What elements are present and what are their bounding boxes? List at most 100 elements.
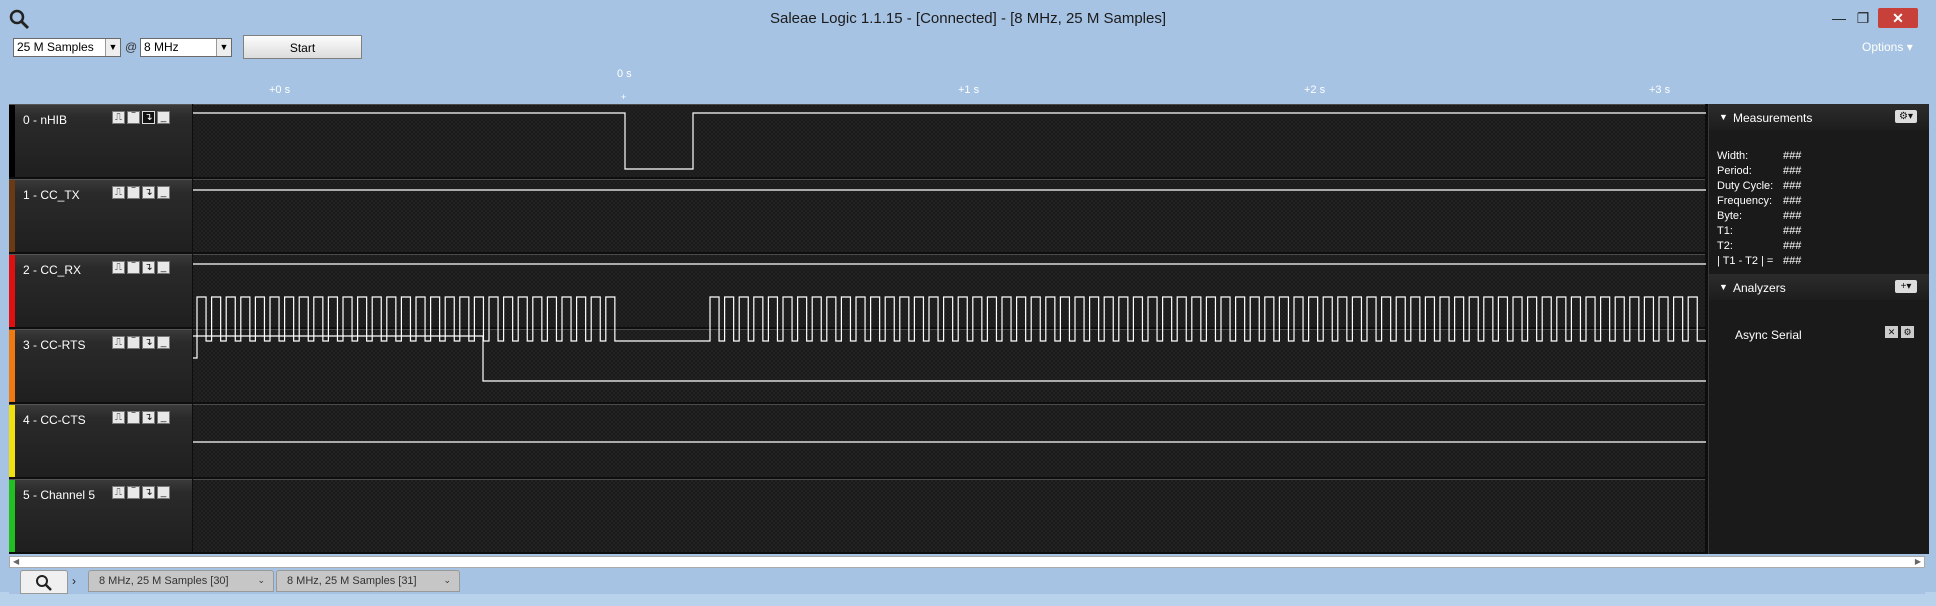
falling-edge-trigger-icon[interactable]: ↴ — [142, 411, 155, 424]
measurement-row: T1: ### — [1717, 225, 1801, 237]
at-symbol: @ — [125, 40, 138, 54]
sample-rate-select[interactable]: 8 MHz ▼ — [140, 38, 232, 57]
high-level-trigger-icon[interactable]: ‾ — [127, 486, 140, 499]
restore-button[interactable]: ❐ — [1852, 8, 1874, 28]
channel-row[interactable]: 1 - CC_TX ⎍ ‾ ↴ _ — [9, 179, 192, 252]
timeline-zero-label: 0 s — [617, 68, 632, 80]
window-title: Saleae Logic 1.1.15 - [Connected] - [8 M… — [769, 10, 1167, 27]
rising-edge-trigger-icon[interactable]: ⎍ — [112, 411, 125, 424]
analyzer-item-async-serial[interactable]: Async Serial — [1735, 328, 1802, 342]
falling-edge-trigger-icon[interactable]: ↴ — [142, 261, 155, 274]
channel-color-bar — [9, 480, 15, 552]
measurement-row: Duty Cycle: ### — [1717, 180, 1801, 192]
timeline-zero-marker: + — [621, 92, 627, 102]
falling-edge-trigger-icon[interactable]: ↴ — [142, 186, 155, 199]
rising-edge-trigger-icon[interactable]: ⎍ — [112, 336, 125, 349]
tab-search[interactable] — [20, 570, 68, 594]
channel-label: 5 - Channel 5 — [23, 488, 96, 502]
collapse-triangle-icon: ▼ — [1719, 282, 1728, 292]
falling-edge-trigger-icon[interactable]: ↴ — [142, 336, 155, 349]
channel-color-bar — [9, 180, 15, 252]
low-level-trigger-icon[interactable]: _ — [157, 111, 170, 124]
start-button[interactable]: Start — [243, 35, 362, 59]
trigger-buttons: ⎍ ‾ ↴ _ — [112, 186, 172, 199]
measurement-row: | T1 - T2 | = ### — [1717, 255, 1801, 267]
low-level-trigger-icon[interactable]: _ — [157, 486, 170, 499]
measurement-label: T2: — [1717, 240, 1733, 252]
horizontal-scrollbar[interactable]: ◀ ▶ — [9, 556, 1925, 568]
sample-rate-select-value: 8 MHz — [144, 40, 179, 54]
falling-edge-trigger-icon[interactable]: ↴ — [142, 111, 155, 124]
channel-row[interactable]: 3 - CC-RTS ⎍ ‾ ↴ _ — [9, 329, 192, 402]
waveform-CC-RTS — [193, 296, 1706, 359]
measurement-value: ### — [1783, 255, 1802, 267]
measurement-value: ### — [1783, 210, 1802, 222]
measurement-row: T2: ### — [1717, 240, 1801, 252]
collapse-triangle-icon: ▼ — [1719, 112, 1728, 122]
measurement-label: Width: — [1717, 150, 1749, 162]
capture-tab-label: 8 MHz, 25 M Samples [30] — [99, 575, 229, 587]
rising-edge-trigger-icon[interactable]: ⎍ — [112, 486, 125, 499]
high-level-trigger-icon[interactable]: ‾ — [127, 111, 140, 124]
dropdown-arrow-icon: ▼ — [216, 39, 231, 56]
channel-color-bar — [9, 255, 15, 327]
dropdown-arrow-icon: ▼ — [105, 39, 120, 56]
scroll-left-icon[interactable]: ◀ — [13, 557, 19, 566]
waveform-display[interactable] — [193, 104, 1706, 554]
channel-color-bar — [9, 405, 15, 477]
timeline-tick: +0 s — [269, 84, 291, 96]
channel-color-bar — [9, 105, 15, 177]
measurement-value: ### — [1783, 225, 1802, 237]
measurement-label: T1: — [1717, 225, 1733, 237]
high-level-trigger-icon[interactable]: ‾ — [127, 186, 140, 199]
options-menu[interactable]: Options ▾ — [1862, 40, 1913, 54]
channel-row[interactable]: 5 - Channel 5 ⎍ ‾ ↴ _ — [9, 479, 192, 552]
side-panel: ▼ Measurements ⚙▾ Width: ### Period: ### Dut… — [1708, 104, 1929, 554]
plus-icon[interactable]: +▾ — [1895, 280, 1917, 293]
channel-row[interactable]: 0 - nHIB ⎍ ‾ ↴ _ — [9, 104, 192, 177]
rising-edge-trigger-icon[interactable]: ⎍ — [112, 186, 125, 199]
falling-edge-trigger-icon[interactable]: ↴ — [142, 486, 155, 499]
chevron-down-icon[interactable]: ⌄ — [443, 575, 451, 586]
rising-edge-trigger-icon[interactable]: ⎍ — [112, 111, 125, 124]
capture-tab[interactable]: 8 MHz, 25 M Samples [31] ⌄ — [276, 570, 460, 592]
capture-tab[interactable]: 8 MHz, 25 M Samples [30] ⌄ — [88, 570, 274, 592]
timeline-tick: +2 s — [1304, 84, 1326, 96]
close-icon[interactable]: ✕ — [1885, 326, 1898, 338]
measurement-value: ### — [1783, 240, 1802, 252]
close-button[interactable]: ✕ — [1878, 8, 1918, 28]
trigger-buttons: ⎍ ‾ ↴ _ — [112, 336, 172, 349]
scroll-right-icon[interactable]: ▶ — [1915, 557, 1921, 566]
analyzers-header[interactable]: ▼ Analyzers +▾ — [1709, 274, 1929, 300]
channel-row[interactable]: 2 - CC_RX ⎍ ‾ ↴ _ — [9, 254, 192, 327]
measurement-value: ### — [1783, 180, 1802, 192]
measurement-value: ### — [1783, 150, 1802, 162]
low-level-trigger-icon[interactable]: _ — [157, 336, 170, 349]
window-frame-bottom — [0, 592, 1936, 606]
high-level-trigger-icon[interactable]: ‾ — [127, 261, 140, 274]
rising-edge-trigger-icon[interactable]: ⎍ — [112, 261, 125, 274]
measurement-label: Duty Cycle: — [1717, 180, 1774, 192]
measurement-label: Period: — [1717, 165, 1752, 177]
low-level-trigger-icon[interactable]: _ — [157, 261, 170, 274]
channel-label: 2 - CC_RX — [23, 263, 82, 277]
measurement-row: Byte: ### — [1717, 210, 1801, 222]
high-level-trigger-icon[interactable]: ‾ — [127, 411, 140, 424]
channel-label: 4 - CC-CTS — [23, 413, 86, 427]
channel-label: 1 - CC_TX — [23, 188, 80, 202]
measurements-header[interactable]: ▼ Measurements ⚙▾ — [1709, 104, 1929, 130]
samples-select[interactable]: 25 M Samples ▼ — [13, 38, 121, 57]
minimize-button[interactable]: — — [1828, 8, 1850, 28]
low-level-trigger-icon[interactable]: _ — [157, 411, 170, 424]
trigger-buttons: ⎍ ‾ ↴ _ — [112, 411, 172, 424]
high-level-trigger-icon[interactable]: ‾ — [127, 336, 140, 349]
gear-icon[interactable]: ⚙ — [1901, 326, 1914, 338]
chevron-down-icon[interactable]: ⌄ — [257, 575, 265, 586]
tab-scroll-arrow-icon[interactable]: › — [72, 574, 76, 588]
gear-icon[interactable]: ⚙▾ — [1895, 110, 1917, 123]
measurement-label: Frequency: — [1717, 195, 1773, 207]
channel-row[interactable]: 4 - CC-CTS ⎍ ‾ ↴ _ — [9, 404, 192, 477]
waveform-CC-CTS — [193, 335, 1706, 382]
low-level-trigger-icon[interactable]: _ — [157, 186, 170, 199]
magnifier-icon — [36, 575, 52, 591]
